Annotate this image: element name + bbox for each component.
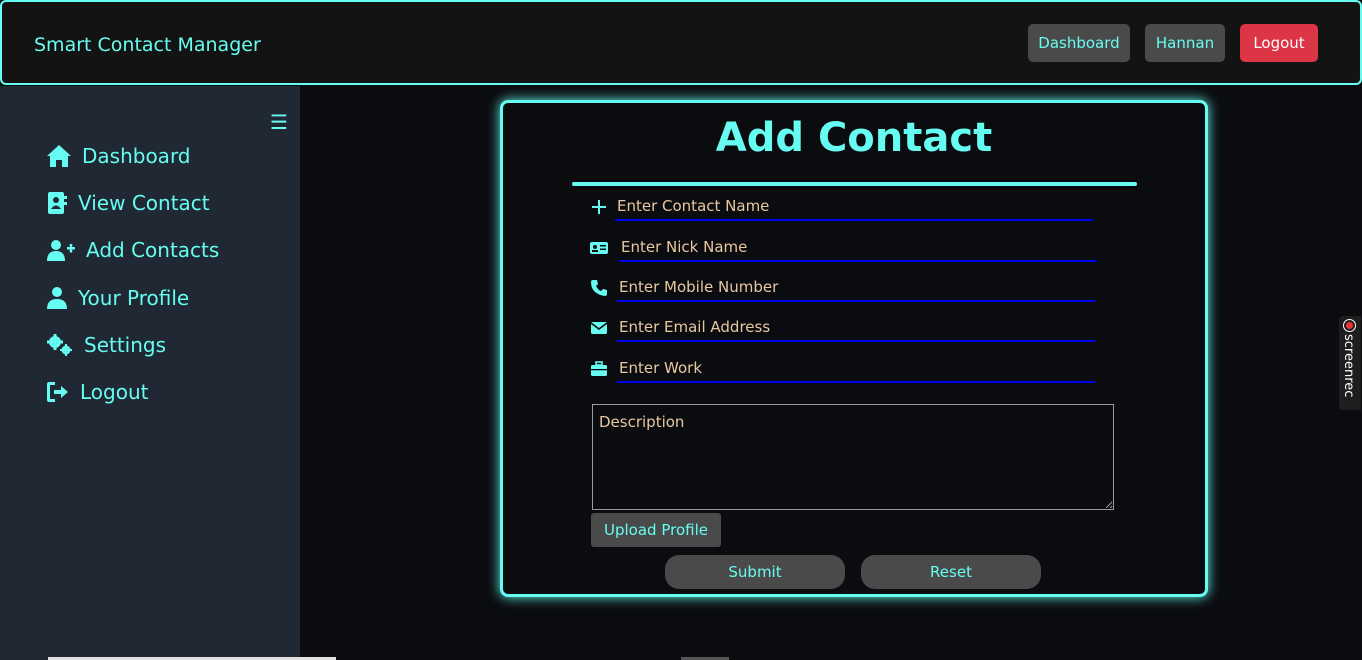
page-title: Add Contact [715,115,993,161]
top-navbar: Smart Contact Manager Dashboard Hannan L… [0,0,1362,85]
home-icon [47,145,71,167]
nav-logout-button[interactable]: Logout [1240,24,1318,62]
hamburger-menu-icon[interactable]: ☰ [270,110,288,134]
contact-name-input[interactable] [615,193,1093,221]
screenrec-widget[interactable]: screenrec [1339,316,1361,410]
record-dot-icon [1344,320,1355,331]
user-plus-icon [47,240,75,261]
mobile-number-input[interactable] [617,274,1095,302]
reset-button[interactable]: Reset [861,555,1041,589]
email-row [589,314,1095,342]
id-card-icon [589,238,609,258]
sidebar-item-label: Add Contacts [86,238,220,262]
sidebar-item-add-contacts[interactable]: Add Contacts [46,238,219,262]
envelope-icon [589,318,609,338]
address-book-icon [48,192,67,214]
description-textarea[interactable] [592,404,1114,510]
sidebar-item-dashboard[interactable]: Dashboard [46,144,191,168]
sidebar-item-your-profile[interactable]: Your Profile [46,286,189,310]
cogs-icon [47,334,72,356]
sidebar-item-view-contact[interactable]: View Contact [46,191,210,215]
nav-user-button[interactable]: Hannan [1145,24,1225,62]
sidebar-item-label: Your Profile [78,286,190,310]
briefcase-icon [589,359,609,379]
nav-dashboard-button[interactable]: Dashboard [1028,24,1130,62]
add-contact-card: Add Contact Upload Profile Submit Reset [500,100,1208,597]
user-icon [47,287,67,309]
sidebar-item-logout[interactable]: Logout [46,380,148,404]
phone-icon [589,278,609,298]
sidebar-item-settings[interactable]: Settings [46,333,166,357]
work-input[interactable] [617,355,1095,383]
sidebar-item-label: Dashboard [82,144,191,168]
sidebar: ☰ Dashboard View Contact Add Contacts Yo… [0,86,300,660]
contact-name-row [589,193,1093,221]
sidebar-item-label: View Contact [78,191,210,215]
brand-title[interactable]: Smart Contact Manager [34,34,261,56]
nick-name-row [589,234,1097,262]
upload-profile-button[interactable]: Upload Profile [591,513,721,547]
nick-name-input[interactable] [619,234,1097,262]
sidebar-item-label: Settings [84,333,167,357]
work-row [589,355,1095,383]
plus-icon [589,197,609,217]
sign-out-icon [47,382,68,402]
sidebar-item-label: Logout [80,380,149,404]
mobile-number-row [589,274,1095,302]
email-input[interactable] [617,314,1095,342]
title-divider [572,182,1137,186]
submit-button[interactable]: Submit [665,555,845,589]
screenrec-label: screenrec [1341,334,1356,398]
